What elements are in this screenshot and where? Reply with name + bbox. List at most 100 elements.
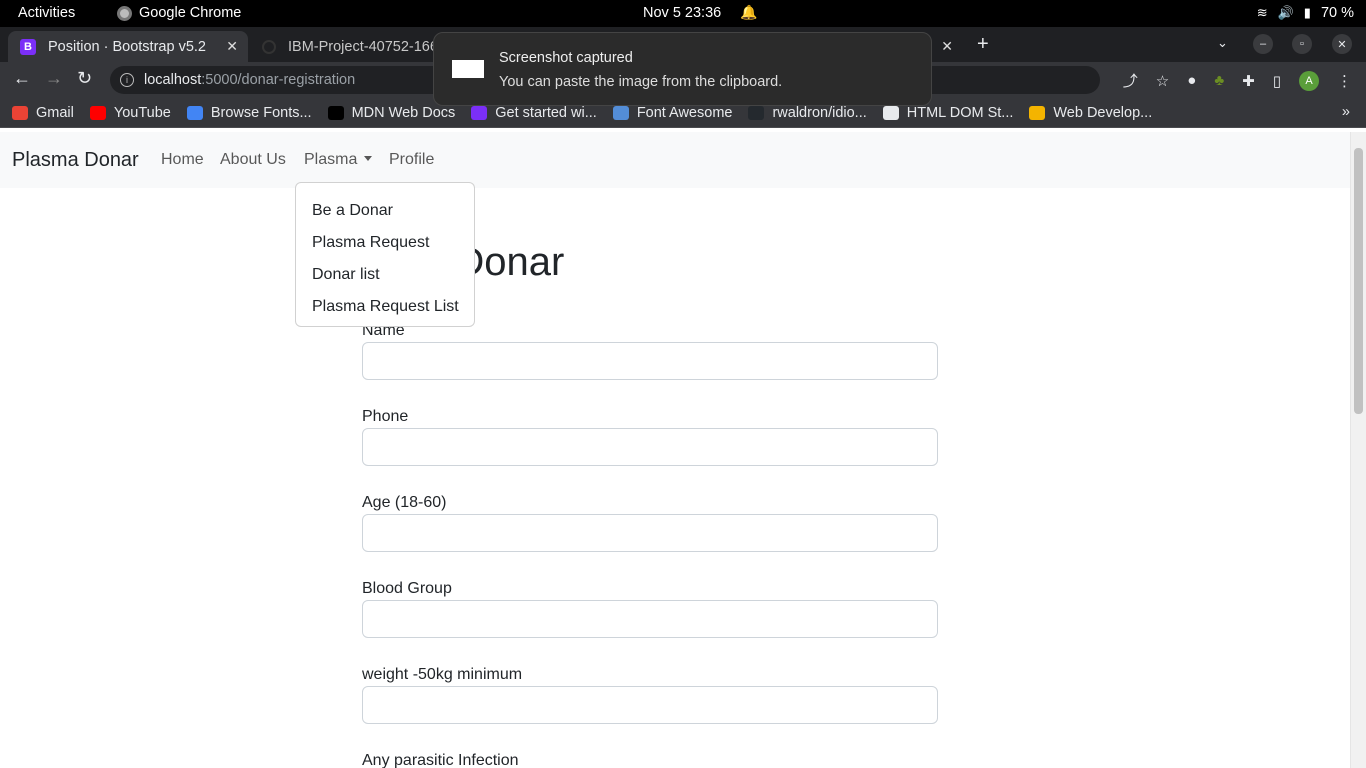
screenshot-thumbnail xyxy=(452,60,484,78)
menu-kebab-icon[interactable]: ⋮ xyxy=(1337,72,1352,90)
tab-ibm-project[interactable]: IBM-Project-40752-166 xyxy=(252,31,452,62)
phone-field: Phone xyxy=(362,408,938,466)
bookmark-label: MDN Web Docs xyxy=(351,104,456,121)
bookmark-star-icon[interactable]: ☆ xyxy=(1156,72,1169,90)
field-label: Age (18-60) xyxy=(362,494,447,511)
bookmark-label: Gmail xyxy=(36,104,74,121)
bookmark-label: HTML DOM St... xyxy=(906,104,1014,121)
share-icon[interactable]: ⤴ xyxy=(1123,70,1138,91)
app-menu[interactable]: Google Chrome xyxy=(117,5,241,21)
field-label: Phone xyxy=(362,408,409,425)
nav-plasma-dropdown[interactable]: Plasma xyxy=(304,151,373,169)
screenshot-notification[interactable]: Screenshot captured You can paste the im… xyxy=(433,32,932,106)
site-info-icon[interactable]: i xyxy=(120,73,134,87)
bootstrap-icon: B xyxy=(20,38,36,55)
battery-percent: 70 % xyxy=(1320,5,1354,21)
bookmark-label: Web Develop... xyxy=(1053,104,1153,121)
close-tab-icon[interactable]: ✕ xyxy=(226,38,238,55)
navbar-brand[interactable]: Plasma Donar xyxy=(12,149,139,172)
maximize-icon[interactable]: ▫ xyxy=(1292,34,1312,54)
name-input[interactable] xyxy=(362,342,938,380)
minimize-icon[interactable]: – xyxy=(1253,34,1273,54)
more-bookmarks-icon[interactable]: » xyxy=(1342,104,1350,120)
caret-down-icon xyxy=(364,156,373,161)
volume-icon: 🔊 xyxy=(1277,5,1294,20)
dropdown-item-be-a-donar[interactable]: Be a Donar xyxy=(296,195,474,227)
youtube-icon xyxy=(89,105,106,120)
back-icon[interactable]: ← xyxy=(13,68,31,89)
bookmark-item[interactable]: Gmail xyxy=(12,105,74,121)
mdn-icon xyxy=(327,105,344,120)
age-field: Age (18-60) xyxy=(362,494,938,552)
profile-avatar[interactable]: A xyxy=(1299,70,1319,91)
bookmark-item[interactable]: HTML DOM St... xyxy=(882,104,1014,121)
dropdown-item-donar-list[interactable]: Donar list xyxy=(296,259,474,291)
clock[interactable]: Nov 5 23:36 xyxy=(643,5,721,21)
battery-icon: ▮ xyxy=(1303,5,1311,20)
app-name: Google Chrome xyxy=(139,5,242,21)
extension-tree-icon[interactable]: ♣ xyxy=(1214,72,1224,89)
extension-icon[interactable]: ● xyxy=(1187,72,1196,89)
tab-title: Position · Bootstrap v5.2 xyxy=(48,38,206,55)
tab-bootstrap-position[interactable]: B Position · Bootstrap v5.2 ✕ xyxy=(8,31,248,62)
extensions-puzzle-icon[interactable]: ✚ xyxy=(1242,72,1255,90)
forward-icon[interactable]: → xyxy=(45,68,63,89)
parasitic-infection-field: Any parasitic Infection xyxy=(362,752,938,768)
bookmark-item[interactable]: Get started wi... xyxy=(471,105,597,121)
bookmark-label: Browse Fonts... xyxy=(210,104,312,121)
reload-icon[interactable]: ↻ xyxy=(77,68,92,89)
bookmark-item[interactable]: Web Develop... xyxy=(1029,105,1152,121)
close-window-icon[interactable]: ✕ xyxy=(1332,34,1352,54)
blood-group-field: Blood Group xyxy=(362,580,938,638)
weight-field: weight -50kg minimum xyxy=(362,666,938,724)
chrome-icon xyxy=(117,5,132,21)
gmail-icon xyxy=(12,105,28,120)
page-scrollbar[interactable] xyxy=(1350,132,1366,768)
bookmark-label: Font Awesome xyxy=(636,104,733,121)
bookmark-item[interactable]: MDN Web Docs xyxy=(327,104,456,121)
bookmark-item[interactable]: YouTube xyxy=(89,104,171,121)
site-navbar: Plasma Donar Home About Us Plasma Profil… xyxy=(0,132,1350,188)
system-tray[interactable]: ≋ 🔊 ▮ 70 % xyxy=(1257,5,1354,21)
github-icon xyxy=(262,39,276,54)
system-top-bar: Activities Google Chrome Nov 5 23:36 🔔 ≋… xyxy=(0,0,1366,27)
new-tab-button[interactable]: + xyxy=(977,33,989,56)
globe-icon xyxy=(882,105,899,120)
weight-input[interactable] xyxy=(362,686,938,724)
field-label: weight -50kg minimum xyxy=(362,666,523,683)
google-fonts-icon xyxy=(186,105,203,120)
scrollbar-thumb[interactable] xyxy=(1354,148,1363,414)
notification-body: You can paste the image from the clipboa… xyxy=(499,74,783,90)
blood-group-input[interactable] xyxy=(362,600,938,638)
bootstrap-icon xyxy=(471,105,488,120)
tab-search-icon[interactable]: ⌄ xyxy=(1217,35,1228,51)
notification-title: Screenshot captured xyxy=(499,50,633,66)
tab-close-other[interactable]: ✕ xyxy=(933,31,963,62)
github-icon xyxy=(748,105,765,120)
field-label: Any parasitic Infection xyxy=(362,752,519,768)
phone-input[interactable] xyxy=(362,428,938,466)
url-path: :5000/donar-registration xyxy=(201,72,356,88)
close-tab-icon[interactable]: ✕ xyxy=(941,38,953,55)
bookmark-item[interactable]: Font Awesome xyxy=(612,104,733,121)
dropdown-item-plasma-request[interactable]: Plasma Request xyxy=(296,227,474,259)
side-panel-icon[interactable]: ▯ xyxy=(1273,72,1281,90)
nav-profile[interactable]: Profile xyxy=(389,151,434,169)
bookmark-label: rwaldron/idio... xyxy=(772,104,867,121)
activities-button[interactable]: Activities xyxy=(18,5,75,21)
nav-about-us[interactable]: About Us xyxy=(220,151,286,169)
field-label: Blood Group xyxy=(362,580,452,597)
notification-bell-icon: 🔔 xyxy=(740,4,758,20)
bookmark-item[interactable]: rwaldron/idio... xyxy=(748,104,867,121)
bookmark-item[interactable]: Browse Fonts... xyxy=(186,104,312,121)
bookmark-label: YouTube xyxy=(113,104,171,121)
tab-title: IBM-Project-40752-166 xyxy=(288,38,438,55)
toolbar-actions: ⤴ ☆ ● ♣ ✚ ▯ A ⋮ xyxy=(1123,70,1352,91)
age-input[interactable] xyxy=(362,514,938,552)
nav-home[interactable]: Home xyxy=(161,151,204,169)
web-dev-icon xyxy=(1029,105,1046,120)
nav-plasma-label: Plasma xyxy=(304,151,358,168)
font-awesome-icon xyxy=(612,105,629,120)
bookmark-label: Get started wi... xyxy=(495,104,597,121)
dropdown-item-plasma-request-list[interactable]: Plasma Request List xyxy=(296,291,474,323)
